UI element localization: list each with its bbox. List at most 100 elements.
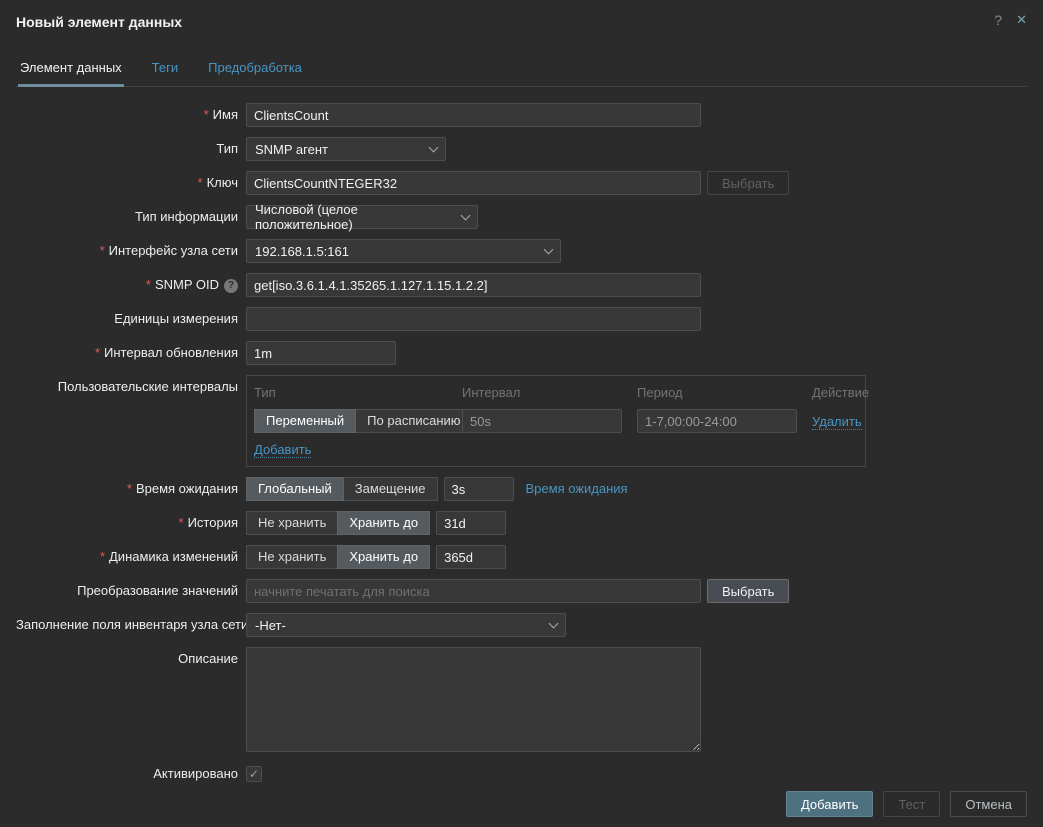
row-name: *Имя [16,103,1027,127]
trends-until-button[interactable]: Хранить до [337,545,430,569]
history-input[interactable] [436,511,506,535]
timeout-override-button[interactable]: Замещение [343,477,438,501]
update-interval-input[interactable] [246,341,396,365]
snmp-oid-help-icon[interactable]: ? [224,279,238,293]
required-asterisk: * [100,549,105,564]
col-header-interval: Интервал [462,385,634,400]
tab-tags[interactable]: Теги [150,52,180,87]
interface-select[interactable]: 192.168.1.5:161 [246,239,561,263]
dialog-footer: Добавить Тест Отмена [786,791,1027,817]
period-input[interactable] [637,409,797,433]
inventory-label: Заполнение поля инвентаря узла сети [16,613,238,637]
timeout-segment: Глобальный Замещение [246,477,438,501]
tab-item[interactable]: Элемент данных [18,52,124,87]
row-snmp-oid: *SNMP OID? [16,273,1027,297]
info-type-select[interactable]: Числовой (целое положительное) [246,205,478,229]
key-label: *Ключ [16,171,238,195]
col-header-action: Действие [812,385,869,400]
trends-off-button[interactable]: Не хранить [246,545,338,569]
valuemap-label: Преобразование значений [16,579,238,603]
checkmark-icon: ✓ [249,768,259,780]
row-valuemap: Преобразование значений Выбрать [16,579,1027,603]
required-asterisk: * [127,481,132,496]
description-textarea[interactable] [246,647,701,752]
inventory-select-value: -Нет- [255,618,286,633]
info-type-label: Тип информации [16,205,238,229]
interval-type-scheduling-button[interactable]: По расписанию [355,409,472,433]
type-select-value: SNMP агент [255,142,328,157]
item-form: *Имя Тип SNMP агент *Ключ Выбрать [16,103,1027,786]
row-description: Описание [16,647,1027,752]
required-asterisk: * [95,345,100,360]
enabled-checkbox[interactable]: ✓ [246,766,262,782]
history-label: *История [16,511,238,535]
snmp-oid-input[interactable] [246,273,701,297]
dialog-title: Новый элемент данных [16,10,182,30]
name-input[interactable] [246,103,701,127]
chevron-down-icon [544,244,554,254]
valuemap-select-button[interactable]: Выбрать [707,579,789,603]
row-custom-intervals: Пользовательские интервалы Тип Интервал … [16,375,1027,467]
timeout-global-button[interactable]: Глобальный [246,477,344,501]
interval-type-flexible-button[interactable]: Переменный [254,409,356,433]
trends-segment: Не хранить Хранить до [246,545,430,569]
row-info-type: Тип информации Числовой (целое положител… [16,205,1027,229]
units-label: Единицы измерения [16,307,238,331]
required-asterisk: * [204,107,209,122]
snmp-oid-label: *SNMP OID? [16,273,238,297]
test-button[interactable]: Тест [883,791,940,817]
remove-interval-link[interactable]: Удалить [812,414,862,430]
help-icon[interactable]: ? [994,12,1002,28]
custom-interval-row: Переменный По расписанию Удалить [254,409,858,433]
row-history: *История Не хранить Хранить до [16,511,1027,535]
timeout-label: *Время ожидания [16,477,238,501]
required-asterisk: * [146,277,151,292]
interval-type-segment: Переменный По расписанию [254,409,473,433]
row-type: Тип SNMP агент [16,137,1027,161]
custom-intervals-header-row: Тип Интервал Период Действие [254,383,858,409]
interface-select-value: 192.168.1.5:161 [255,244,349,259]
inventory-select[interactable]: -Нет- [246,613,566,637]
row-enabled: Активировано ✓ [16,762,1027,786]
add-interval-link[interactable]: Добавить [254,442,311,458]
interval-input[interactable] [462,409,622,433]
history-off-button[interactable]: Не хранить [246,511,338,535]
trends-label: *Динамика изменений [16,545,238,569]
timeout-settings-link[interactable]: Время ожидания [526,477,628,501]
add-button[interactable]: Добавить [786,791,873,817]
row-trends: *Динамика изменений Не хранить Хранить д… [16,545,1027,569]
tab-preprocessing[interactable]: Предобработка [206,52,304,87]
close-icon[interactable]: ✕ [1016,12,1027,28]
units-input[interactable] [246,307,701,331]
col-header-period: Период [637,385,809,400]
chevron-down-icon [461,210,471,220]
trends-input[interactable] [436,545,506,569]
required-asterisk: * [198,175,203,190]
key-select-button[interactable]: Выбрать [707,171,789,195]
custom-intervals-label: Пользовательские интервалы [16,375,238,399]
valuemap-input[interactable] [246,579,701,603]
key-input[interactable] [246,171,701,195]
chevron-down-icon [549,618,559,628]
row-timeout: *Время ожидания Глобальный Замещение Вре… [16,477,1027,501]
update-interval-label: *Интервал обновления [16,341,238,365]
row-key: *Ключ Выбрать [16,171,1027,195]
name-label: *Имя [16,103,238,127]
history-segment: Не хранить Хранить до [246,511,430,535]
col-header-type: Тип [254,385,459,400]
description-label: Описание [16,647,238,671]
required-asterisk: * [100,243,105,258]
row-units: Единицы измерения [16,307,1027,331]
tab-bar: Элемент данных Теги Предобработка [16,52,1027,87]
custom-intervals-table: Тип Интервал Период Действие Переменный … [246,375,866,467]
row-update-interval: *Интервал обновления [16,341,1027,365]
info-type-select-value: Числовой (целое положительное) [255,202,452,232]
cancel-button[interactable]: Отмена [950,791,1027,817]
required-asterisk: * [179,515,184,530]
type-select[interactable]: SNMP агент [246,137,446,161]
row-interface: *Интерфейс узла сети 192.168.1.5:161 [16,239,1027,263]
row-inventory: Заполнение поля инвентаря узла сети -Нет… [16,613,1027,637]
timeout-input[interactable] [444,477,514,501]
type-label: Тип [16,137,238,161]
history-until-button[interactable]: Хранить до [337,511,430,535]
